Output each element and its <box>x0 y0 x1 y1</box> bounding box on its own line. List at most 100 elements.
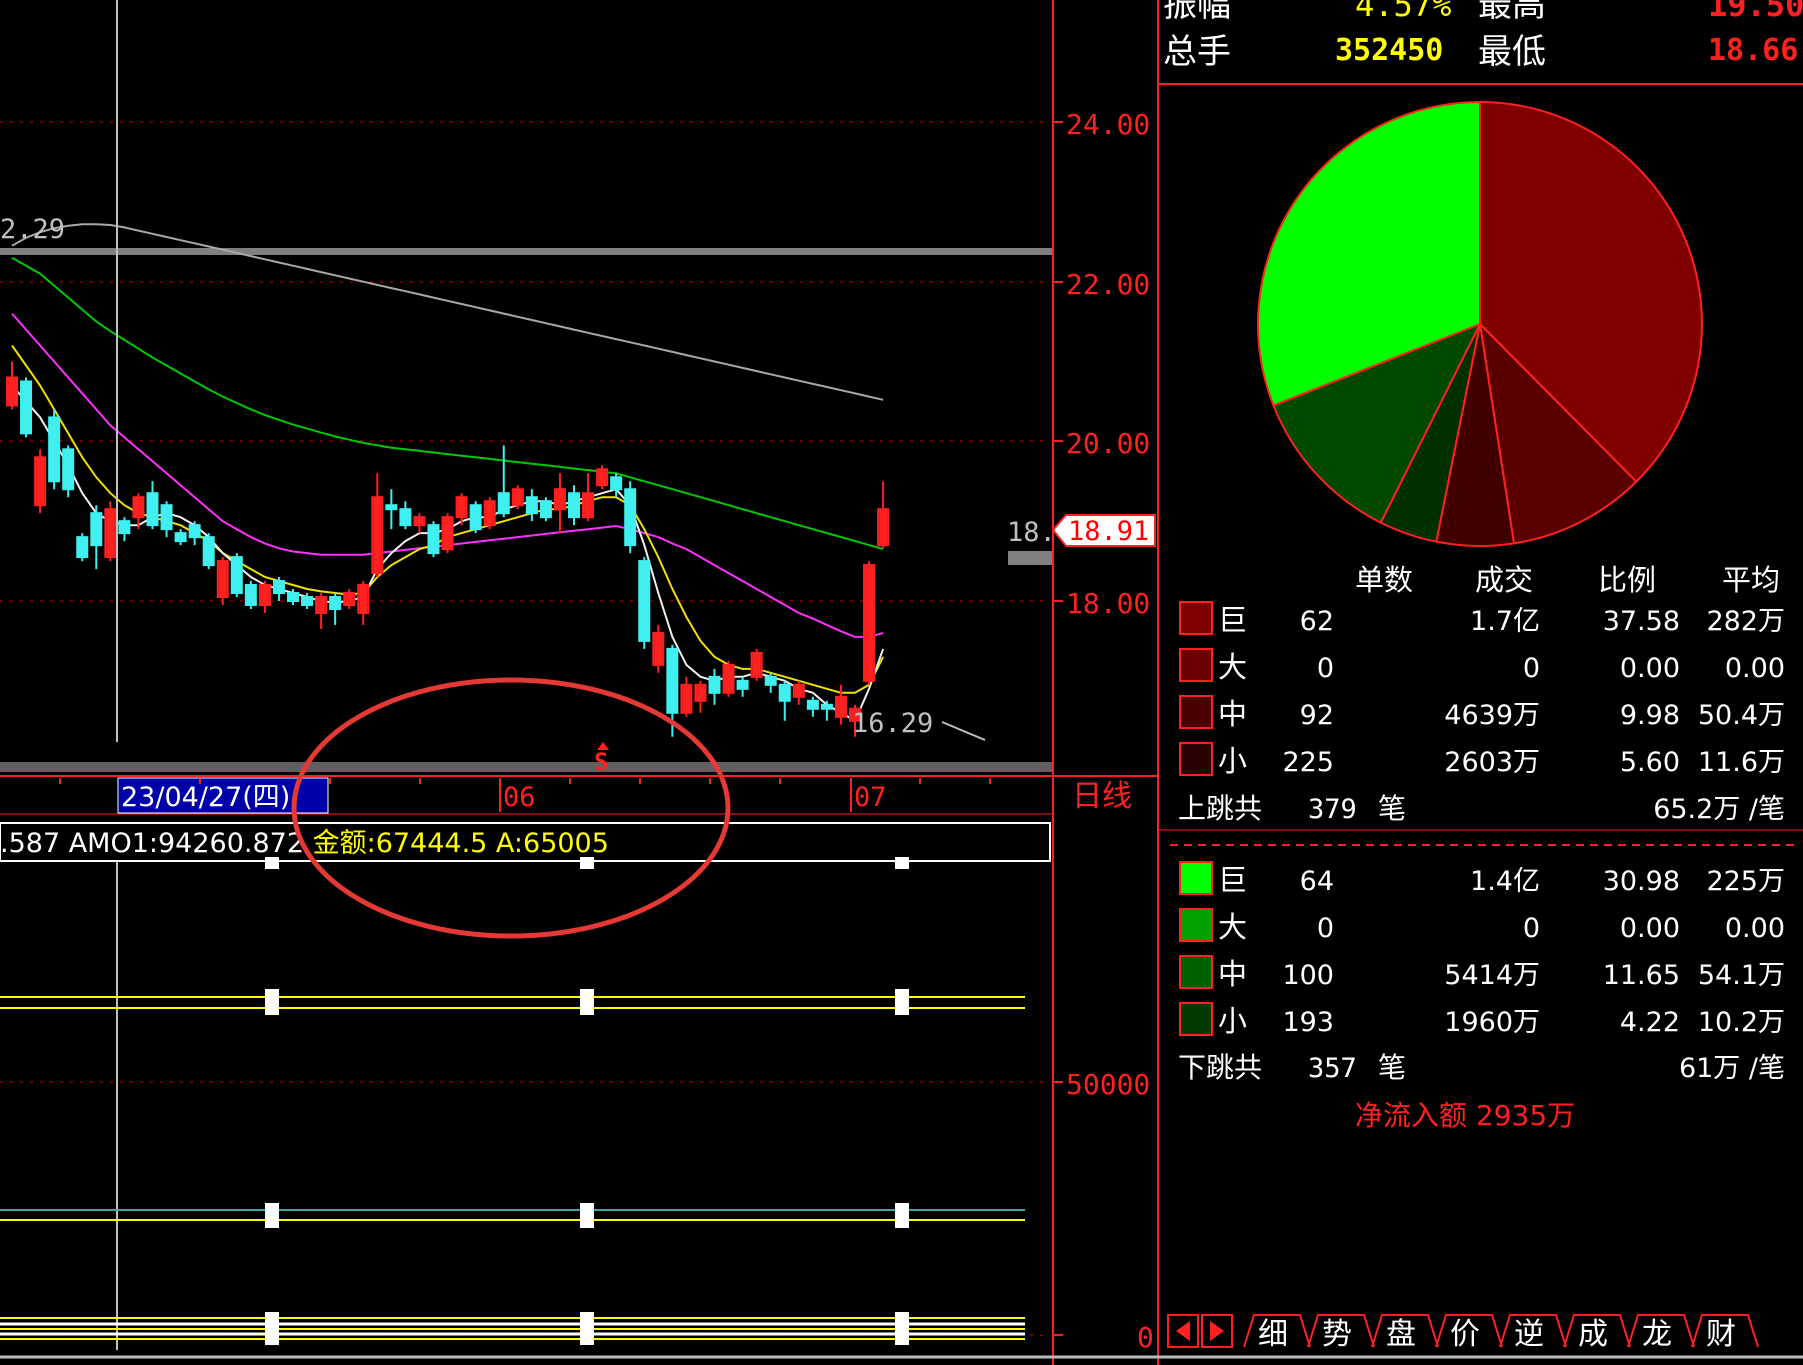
candle <box>680 676 693 717</box>
cell-size: 大 <box>1218 650 1247 684</box>
header-count: 单数 <box>1355 563 1413 597</box>
candle-body <box>399 508 412 527</box>
candle <box>764 672 777 693</box>
tab-7[interactable]: 龙 <box>1627 1314 1695 1352</box>
candle-body-fill <box>457 497 466 518</box>
candle-body <box>497 492 510 515</box>
candle-body <box>764 675 777 686</box>
candle-body <box>806 699 819 710</box>
candle-body <box>76 536 89 559</box>
low-marker-leader <box>941 721 986 741</box>
last-price-band <box>1008 551 1052 565</box>
cell-size: 巨 <box>1218 603 1247 637</box>
cell-count: 64 <box>1300 866 1334 897</box>
header-ratio: 比例 <box>1598 563 1656 597</box>
candle <box>357 581 370 625</box>
cell-avg: 54.1万 <box>1698 960 1785 991</box>
candle <box>6 361 18 410</box>
candle-body <box>20 380 33 435</box>
indicator-tick-50000: 50000 <box>1066 1068 1150 1101</box>
candle <box>638 557 651 649</box>
low-value: 18.66 <box>1708 33 1798 68</box>
up-total-unit: 笔 <box>1378 792 1406 825</box>
candle-body-fill <box>682 684 691 713</box>
tab-4[interactable]: 价 <box>1435 1314 1503 1352</box>
candle <box>76 533 89 562</box>
candle <box>34 449 47 514</box>
candle-body <box>118 520 131 535</box>
cell-avg: 10.2万 <box>1698 1007 1785 1038</box>
candle-body <box>329 596 342 610</box>
tab-label: 盘 <box>1386 1317 1416 1352</box>
candle <box>483 497 496 530</box>
cell-ratio: 0.00 <box>1620 913 1680 944</box>
candle <box>806 696 819 717</box>
candle <box>441 513 454 554</box>
candle-body <box>272 580 285 595</box>
candle-body-fill <box>345 593 354 605</box>
period-label[interactable]: 日线 <box>1072 779 1132 814</box>
amplitude-value: 4.57% <box>1355 0 1451 24</box>
candle <box>48 409 61 490</box>
cell-amount: 1.4亿 <box>1470 866 1540 897</box>
cell-amount: 0 <box>1523 913 1540 944</box>
down-total-label: 下跳共 <box>1178 1051 1262 1084</box>
candle <box>792 680 805 705</box>
tab-8[interactable]: 财 <box>1691 1314 1759 1352</box>
candle <box>778 680 791 721</box>
indicator-readout-amount: 金额:67444.5 A:65005 <box>313 828 609 859</box>
tab-2[interactable]: 势 <box>1307 1314 1375 1352</box>
candle-body-fill <box>443 517 452 550</box>
candle-body <box>244 584 257 606</box>
candle-body <box>188 524 201 539</box>
candle <box>624 481 637 554</box>
tab-5[interactable]: 逆 <box>1499 1314 1567 1352</box>
candle-body-fill <box>485 501 494 526</box>
tab-3[interactable]: 盘 <box>1371 1314 1439 1352</box>
candle <box>539 497 552 522</box>
candle-body-fill <box>584 493 593 518</box>
tab-6[interactable]: 成 <box>1563 1314 1631 1352</box>
down-rows: 巨 64 1.4亿 30.98 225万大 0 0 0.00 0.00 中 100 5414万 11.6… <box>1179 861 1785 1038</box>
up-row: 大 0 0 0.00 0.00 <box>1179 648 1785 684</box>
candle <box>258 581 271 613</box>
stock-terminal-window: 24.00 22.00 20.00 18.00 18.91 2.29 16.29… <box>0 0 1803 1365</box>
candle-body <box>427 524 440 555</box>
cell-count: 100 <box>1282 960 1334 991</box>
cell-count: 225 <box>1282 747 1334 778</box>
up-row: 中 92 4639万 9.98 50.4万 <box>1179 695 1785 731</box>
candle-body-fill <box>598 469 607 486</box>
candle-body <box>736 679 749 690</box>
up-rows: 巨 62 1.7亿 37.58 282万大 0 0 0.00 0.00 中 92 4639万 9.98 5… <box>1179 601 1785 778</box>
tab-1[interactable]: 细 <box>1243 1314 1311 1352</box>
sell-signal-marker[interactable]: S <box>594 748 608 776</box>
candle-body <box>610 476 623 491</box>
candle <box>596 465 609 490</box>
candle-body <box>638 560 651 642</box>
down-row: 大 0 0 0.00 0.00 <box>1179 908 1785 944</box>
candle <box>708 668 721 705</box>
cell-amount: 1960万 <box>1444 1007 1540 1038</box>
down-row: 中 100 5414万 11.65 54.1万 <box>1179 955 1785 991</box>
candle-body <box>287 592 299 602</box>
candle-body-fill <box>865 565 874 681</box>
cell-size: 中 <box>1218 697 1247 731</box>
legend-swatch <box>1179 955 1213 989</box>
cell-size: 巨 <box>1218 863 1247 897</box>
tab-list: 细势盘价逆成龙财 <box>1243 1314 1759 1352</box>
candle-body-fill <box>513 489 522 506</box>
cell-amount: 0 <box>1523 653 1540 684</box>
candle-body <box>820 703 833 710</box>
candle <box>188 521 201 546</box>
candle <box>174 529 187 546</box>
cell-avg: 0.00 <box>1725 913 1785 944</box>
legend-swatch <box>1179 601 1213 635</box>
high-value: 19.50 <box>1708 0 1803 24</box>
candle <box>315 593 328 629</box>
candle <box>329 593 342 625</box>
candle <box>820 700 833 721</box>
high-label: 最高 <box>1478 0 1546 25</box>
cell-ratio: 0.00 <box>1620 653 1680 684</box>
chart-scrollbar[interactable] <box>0 762 1052 772</box>
current-price-tag: 18.91 <box>1051 514 1156 547</box>
